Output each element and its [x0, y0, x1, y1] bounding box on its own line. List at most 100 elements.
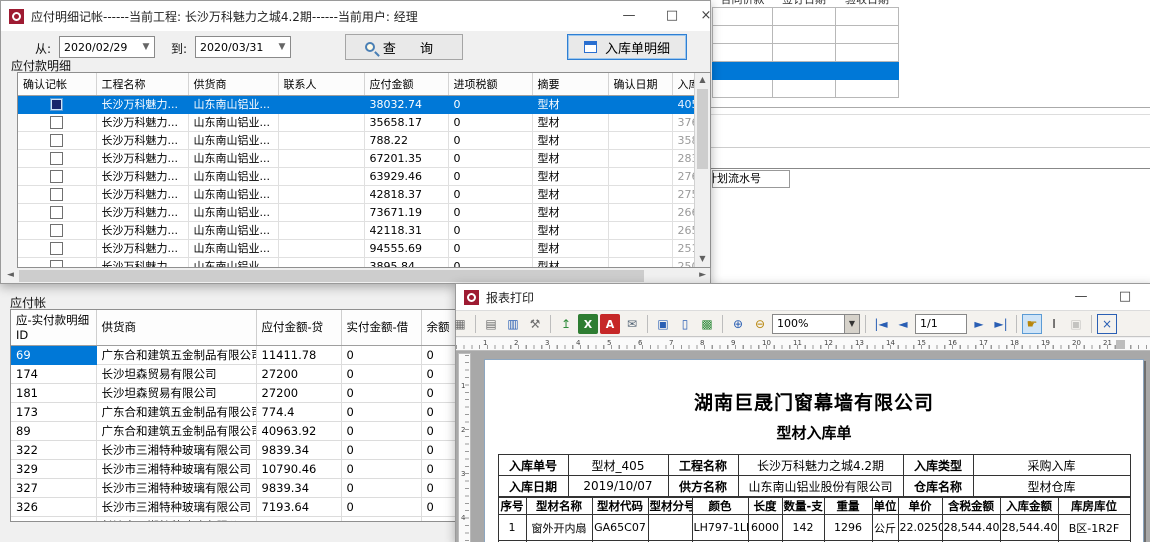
table-cell[interactable]: 山东南山铝业...	[188, 95, 278, 113]
document-icon[interactable]: ▯	[675, 314, 695, 334]
table-cell[interactable]: 0	[421, 440, 457, 459]
table-cell[interactable]: 0	[421, 459, 457, 478]
row-checkbox[interactable]	[50, 224, 63, 237]
table-cell[interactable]	[18, 95, 96, 113]
table-row[interactable]: 长沙市三湘特种玻璃有限公司	[11, 516, 457, 522]
table-cell[interactable]: 长沙万科魅力...	[96, 257, 188, 268]
table-cell[interactable]: 28,544.40	[942, 515, 1000, 541]
table-row[interactable]: 长沙万科魅力...山东南山铝业...42118.310型材265	[18, 221, 696, 239]
table-row[interactable]	[713, 80, 899, 98]
table-row[interactable]: 181长沙坦森贸易有限公司2720000	[11, 383, 457, 402]
table-cell[interactable]: 0	[421, 345, 457, 364]
table-cell[interactable]: GA65C07	[592, 515, 648, 541]
table-row[interactable]: 长沙万科魅力...山东南山铝业...38032.740型材405	[18, 95, 696, 113]
column-header[interactable]: 确认日期	[608, 73, 672, 95]
table-row[interactable]: 69广东合和建筑五金制品有限公司11411.7800	[11, 345, 457, 364]
table-cell[interactable]: 0	[448, 203, 532, 221]
table-cell[interactable]: 275	[672, 185, 696, 203]
table-cell[interactable]: 0	[341, 364, 421, 383]
scrollbar-thumb[interactable]	[697, 89, 708, 169]
table-cell[interactable]: 142	[782, 515, 824, 541]
minimize-button[interactable]: —	[612, 4, 646, 28]
chevron-down-icon[interactable]: ▼	[138, 42, 154, 52]
table-row[interactable]: 326长沙市三湘特种玻璃有限公司7193.6400	[11, 497, 457, 516]
page-input[interactable]	[915, 314, 967, 334]
table-cell[interactable]: 0	[341, 402, 421, 421]
table-row[interactable]	[713, 44, 899, 62]
table-cell[interactable]: 0	[448, 221, 532, 239]
table-cell[interactable]	[608, 113, 672, 131]
table-cell[interactable]: 山东南山铝业...	[188, 221, 278, 239]
table-cell[interactable]: 0	[421, 402, 457, 421]
zoom-in-icon[interactable]: ⊕	[728, 314, 748, 334]
table-cell[interactable]: 89	[11, 421, 96, 440]
to-date-select[interactable]: 2020/03/31 ▼	[195, 36, 291, 58]
table-cell[interactable]: 94555.69	[364, 239, 448, 257]
table-cell[interactable]	[278, 167, 364, 185]
table-cell[interactable]: 型材	[532, 221, 608, 239]
pdf-icon[interactable]: A	[600, 314, 620, 334]
table-cell[interactable]: 型材	[532, 131, 608, 149]
table-cell[interactable]: 长沙万科魅力...	[96, 113, 188, 131]
table-cell[interactable]: 长沙万科魅力之城4.2期	[738, 455, 903, 476]
column-header[interactable]: 实付金额-借	[341, 310, 421, 345]
table-cell[interactable]: 型材	[532, 185, 608, 203]
tools-icon[interactable]: ⚒	[525, 314, 545, 334]
table-cell[interactable]: 42118.31	[364, 221, 448, 239]
row-checkbox[interactable]	[50, 188, 63, 201]
horizontal-scrollbar[interactable]: ◄ ►	[5, 269, 708, 283]
column-header[interactable]: 供货商	[96, 310, 256, 345]
last-page-icon[interactable]: ►|	[991, 314, 1011, 334]
table-row[interactable]: 327长沙市三湘特种玻璃有限公司9839.3400	[11, 478, 457, 497]
table-cell[interactable]: 35658.17	[364, 113, 448, 131]
scroll-right-icon[interactable]: ►	[699, 270, 706, 280]
maximize-button[interactable]: □	[655, 4, 689, 28]
table-cell[interactable]: 28,544.40	[1000, 515, 1058, 541]
serial-number-field[interactable]: 计划流水号	[712, 170, 790, 188]
table-cell[interactable]	[278, 203, 364, 221]
table-cell[interactable]: 329	[11, 459, 96, 478]
close-button[interactable]: ×	[689, 4, 723, 28]
close-preview-icon[interactable]: ×	[1097, 314, 1117, 334]
table-cell[interactable]: 采购入库	[973, 455, 1130, 476]
table-row[interactable]: 174长沙坦森贸易有限公司2720000	[11, 364, 457, 383]
table-cell[interactable]: 山东南山铝业...	[188, 131, 278, 149]
excel-icon[interactable]: X	[578, 314, 598, 334]
column-header[interactable]: 应付金额	[364, 73, 448, 95]
vertical-scrollbar[interactable]: ▲ ▼	[694, 73, 710, 267]
table-cell[interactable]: 山东南山铝业...	[188, 203, 278, 221]
table-cell[interactable]: 265	[672, 221, 696, 239]
table-cell[interactable]: 0	[421, 478, 457, 497]
copy-icon[interactable]: ▣	[1066, 314, 1086, 334]
table-cell[interactable]: 山东南山铝业...	[188, 167, 278, 185]
table-cell[interactable]: 0	[421, 421, 457, 440]
table-cell[interactable]	[608, 185, 672, 203]
column-header[interactable]: 联系人	[278, 73, 364, 95]
table-cell[interactable]	[18, 113, 96, 131]
table-row[interactable]: 173广东合和建筑五金制品有限公司774.400	[11, 402, 457, 421]
table-cell[interactable]: 1	[498, 515, 526, 541]
table-cell[interactable]: 405	[672, 95, 696, 113]
table-cell[interactable]: 山东南山铝业...	[188, 185, 278, 203]
table-cell[interactable]	[608, 221, 672, 239]
table-cell[interactable]: 11411.78	[256, 345, 341, 364]
row-checkbox[interactable]	[50, 134, 63, 147]
row-checkbox[interactable]	[50, 170, 63, 183]
table-cell[interactable]: 公斤	[872, 515, 898, 541]
mail-icon[interactable]: ✉	[622, 314, 642, 334]
table-cell[interactable]: 1296	[824, 515, 872, 541]
table-cell[interactable]: 长沙市三湘特种玻璃有限公司	[96, 440, 256, 459]
row-checkbox[interactable]	[50, 98, 63, 111]
table-cell[interactable]: 窗外开内扇	[526, 515, 592, 541]
table-cell[interactable]	[278, 257, 364, 268]
table-cell[interactable]: 山东南山铝业...	[188, 149, 278, 167]
text-select-tool-icon[interactable]: I	[1044, 314, 1064, 334]
table-cell[interactable]: 广东合和建筑五金制品有限公司	[96, 421, 256, 440]
table-cell[interactable]: 长沙坦森贸易有限公司	[96, 383, 256, 402]
table-cell[interactable]	[421, 516, 457, 522]
table-row[interactable]: 329长沙市三湘特种玻璃有限公司10790.4600	[11, 459, 457, 478]
table-cell[interactable]: 广东合和建筑五金制品有限公司	[96, 345, 256, 364]
table-cell[interactable]: 0	[341, 497, 421, 516]
table-cell[interactable]: 266	[672, 203, 696, 221]
table-cell[interactable]: 27200	[256, 383, 341, 402]
